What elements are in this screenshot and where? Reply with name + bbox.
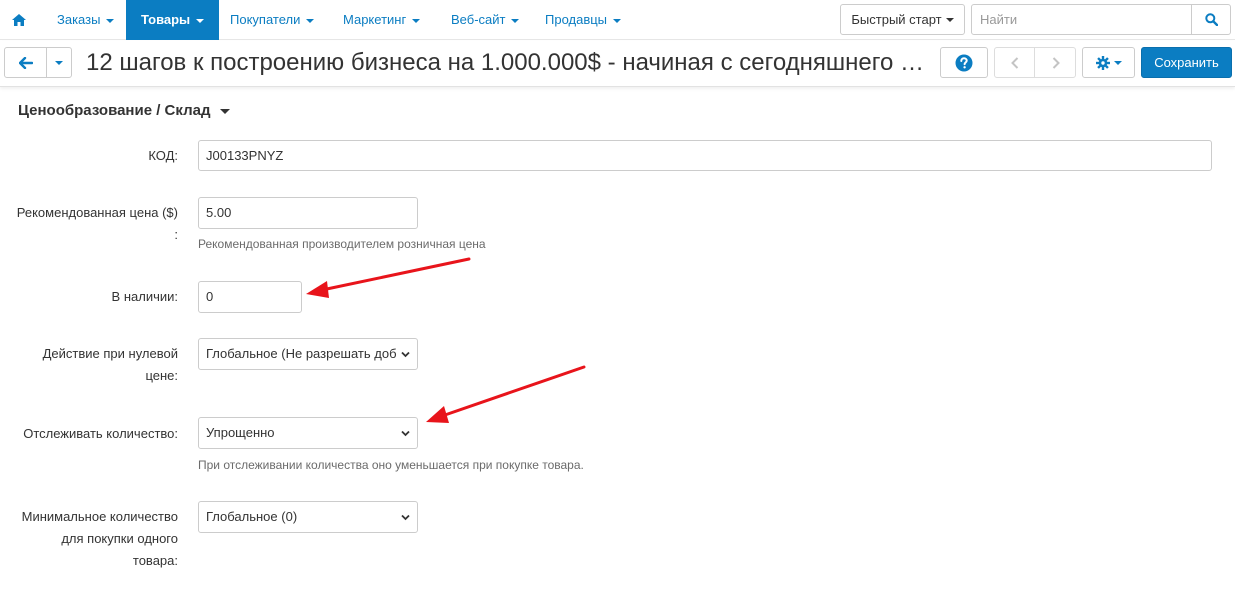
nav-vendors[interactable]: Продавцы bbox=[545, 0, 622, 40]
min-quantity-label: Минимальное количество для покупки одног… bbox=[10, 506, 178, 572]
settings-dropdown-button[interactable] bbox=[1082, 47, 1135, 78]
save-button[interactable]: Сохранить bbox=[1141, 47, 1232, 78]
chevron-down-icon bbox=[401, 514, 410, 521]
zero-price-action-label-line2: цене: bbox=[145, 368, 178, 383]
caret-down-icon bbox=[1113, 60, 1122, 65]
back-button-group bbox=[4, 47, 72, 78]
quick-start-button[interactable]: Быстрый старт bbox=[840, 4, 965, 35]
annotation-arrow-in-stock bbox=[306, 257, 471, 298]
nav-marketing[interactable]: Маркетинг bbox=[343, 0, 421, 40]
search-input[interactable] bbox=[972, 5, 1192, 34]
previous-button[interactable] bbox=[995, 48, 1035, 77]
nav-website[interactable]: Веб-сайт bbox=[451, 0, 520, 40]
zero-price-action-select[interactable]: Глобальное (Не разрешать доб bbox=[198, 338, 418, 370]
page-title: 12 шагов к построению бизнеса на 1.000.0… bbox=[86, 49, 926, 76]
nav-marketing-label: Маркетинг bbox=[343, 12, 407, 27]
list-price-hint: Рекомендованная производителем розничная… bbox=[198, 237, 486, 251]
track-quantity-value: Упрощенно bbox=[206, 425, 275, 440]
gear-icon bbox=[1095, 55, 1110, 70]
zero-price-action-label-line1: Действие при нулевой bbox=[42, 346, 178, 361]
code-label: КОД: bbox=[148, 148, 178, 163]
zero-price-action-value: Глобальное (Не разрешать доб bbox=[206, 346, 397, 361]
caret-down-icon bbox=[306, 18, 315, 23]
caret-down-icon bbox=[511, 18, 520, 23]
chevron-right-icon bbox=[1052, 56, 1060, 69]
nav-orders[interactable]: Заказы bbox=[57, 0, 115, 40]
annotation-arrow-track-quantity bbox=[426, 365, 586, 423]
code-field[interactable]: J00133PNYZ bbox=[198, 140, 1212, 171]
caret-down-icon bbox=[613, 18, 622, 23]
question-circle-icon bbox=[955, 54, 973, 71]
min-quantity-value: Глобальное (0) bbox=[206, 509, 298, 524]
help-button[interactable] bbox=[940, 47, 988, 78]
nav-vendors-label: Продавцы bbox=[545, 12, 608, 27]
title-bar: 12 шагов к построению бизнеса на 1.000.0… bbox=[0, 41, 1235, 87]
search-box bbox=[971, 4, 1231, 35]
back-button[interactable] bbox=[5, 48, 47, 77]
caret-down-icon bbox=[55, 60, 63, 65]
caret-down-icon bbox=[106, 18, 115, 23]
min-quantity-label-line1: Минимальное количество bbox=[21, 509, 178, 524]
chevron-down-icon bbox=[401, 351, 410, 358]
min-quantity-select[interactable]: Глобальное (0) bbox=[198, 501, 418, 533]
prev-next-pager bbox=[994, 47, 1076, 78]
caret-down-icon bbox=[945, 17, 954, 22]
caret-down-icon bbox=[196, 18, 205, 23]
annotation-arrows bbox=[306, 257, 586, 423]
back-dropdown-button[interactable] bbox=[47, 48, 71, 77]
section-toggle-pricing-inventory[interactable]: Ценообразование / Склад bbox=[18, 101, 231, 121]
list-price-label-line2: : bbox=[174, 227, 178, 242]
nav-customers[interactable]: Покупатели bbox=[230, 0, 315, 40]
track-quantity-select[interactable]: Упрощенно bbox=[198, 417, 418, 449]
chevron-down-icon bbox=[401, 430, 410, 437]
nav-products[interactable]: Товары bbox=[126, 0, 220, 40]
zero-price-action-label: Действие при нулевой цене: bbox=[10, 343, 178, 387]
chevron-left-icon bbox=[1010, 56, 1018, 69]
min-quantity-label-line2: для покупки одного bbox=[61, 531, 178, 546]
nav-products-label: Товары bbox=[141, 12, 191, 27]
caret-down-icon bbox=[220, 108, 231, 114]
list-price-label-line1: Рекомендованная цена ($) bbox=[16, 205, 178, 220]
search-icon[interactable] bbox=[1191, 5, 1230, 34]
min-quantity-label-line3: товара: bbox=[132, 553, 178, 568]
caret-down-icon bbox=[412, 18, 421, 23]
nav-website-label: Веб-сайт bbox=[451, 12, 506, 27]
section-title: Ценообразование / Склад bbox=[18, 102, 211, 119]
home-icon[interactable] bbox=[6, 0, 32, 40]
in-stock-label: В наличии: bbox=[111, 289, 178, 304]
list-price-label: Рекомендованная цена ($) : bbox=[10, 202, 178, 246]
top-navbar: Заказы Товары Покупатели Маркетинг Веб-с… bbox=[0, 0, 1235, 40]
in-stock-field[interactable]: 0 bbox=[198, 281, 302, 313]
nav-orders-label: Заказы bbox=[57, 12, 101, 27]
nav-customers-label: Покупатели bbox=[230, 12, 301, 27]
arrow-left-icon bbox=[18, 56, 33, 69]
list-price-field[interactable]: 5.00 bbox=[198, 197, 418, 229]
track-quantity-label: Отслеживать количество: bbox=[23, 426, 178, 441]
next-button[interactable] bbox=[1036, 48, 1076, 77]
quick-start-label: Быстрый старт bbox=[851, 12, 942, 27]
track-quantity-hint: При отслеживании количества оно уменьшае… bbox=[198, 458, 584, 472]
